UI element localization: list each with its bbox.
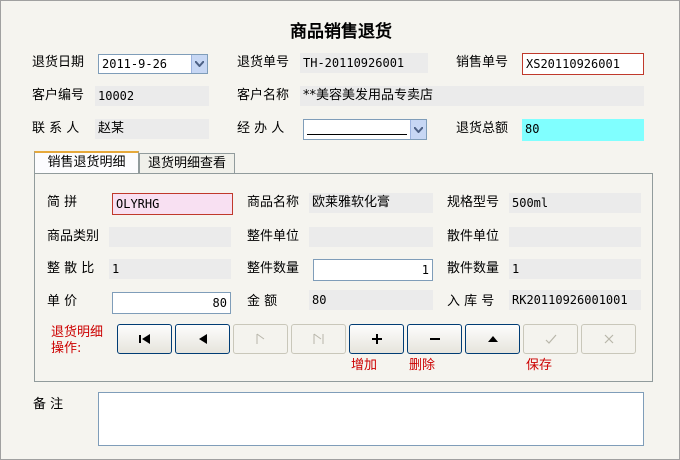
return-date-picker[interactable]: 2011-9-26 bbox=[98, 54, 208, 74]
first-icon bbox=[138, 334, 150, 344]
price-input[interactable]: 80 bbox=[112, 292, 231, 314]
remarks-textarea[interactable] bbox=[98, 392, 644, 446]
return-no-field: TH-20110926001 bbox=[300, 53, 428, 73]
last-record-button[interactable] bbox=[291, 324, 346, 354]
first-record-button[interactable] bbox=[117, 324, 172, 354]
spec-label: 规格型号 bbox=[447, 195, 500, 210]
stock-no-field: RK20110926001001 bbox=[509, 290, 641, 310]
handler-label: 经 办 人 bbox=[237, 121, 285, 136]
total-label: 退货总额 bbox=[456, 121, 509, 136]
amount-label: 金 额 bbox=[247, 294, 278, 309]
return-no-label: 退货单号 bbox=[237, 55, 290, 70]
return-date-label: 退货日期 bbox=[32, 55, 85, 70]
tab-return-detail-view[interactable]: 退货明细查看 bbox=[139, 153, 235, 174]
handler-select[interactable] bbox=[303, 119, 427, 140]
remarks-label: 备 注 bbox=[33, 397, 64, 412]
customer-no-field: 10002 bbox=[95, 86, 209, 106]
previous-icon bbox=[198, 334, 207, 344]
customer-no-label: 客户编号 bbox=[32, 88, 85, 103]
detail-ops-label: 退货明细操作: bbox=[51, 325, 104, 356]
whole-qty-input[interactable]: 1 bbox=[313, 259, 433, 281]
last-icon bbox=[313, 333, 323, 344]
ratio-field: 1 bbox=[109, 259, 231, 279]
loose-unit-field bbox=[509, 227, 641, 247]
whole-unit-field bbox=[309, 227, 433, 247]
save-caption: 保存 bbox=[526, 358, 553, 373]
plus-icon bbox=[371, 334, 382, 344]
whole-qty-label: 整件数量 bbox=[247, 261, 300, 276]
handler-underline bbox=[307, 134, 407, 135]
whole-unit-label: 整件单位 bbox=[247, 229, 300, 244]
stock-no-label: 入 库 号 bbox=[447, 294, 495, 309]
contact-label: 联 系 人 bbox=[32, 121, 80, 136]
add-button[interactable] bbox=[349, 324, 404, 354]
sales-no-label: 销售单号 bbox=[456, 55, 509, 70]
ratio-label: 整 散 比 bbox=[47, 261, 95, 276]
category-label: 商品类别 bbox=[47, 229, 100, 244]
category-field bbox=[109, 227, 231, 247]
close-icon bbox=[604, 334, 613, 344]
previous-record-button[interactable] bbox=[175, 324, 230, 354]
amount-field: 80 bbox=[309, 290, 433, 310]
price-label: 单 价 bbox=[47, 294, 78, 309]
return-date-value: 2011-9-26 bbox=[102, 57, 168, 71]
up-arrow-icon bbox=[487, 336, 498, 342]
loose-qty-field: 1 bbox=[509, 259, 641, 279]
delete-button[interactable] bbox=[407, 324, 462, 354]
add-caption: 增加 bbox=[351, 358, 378, 373]
delete-caption: 删除 bbox=[409, 358, 436, 373]
sales-no-input[interactable]: XS20110926001 bbox=[522, 53, 644, 75]
next-record-button[interactable] bbox=[233, 324, 288, 354]
product-name-label: 商品名称 bbox=[247, 195, 300, 210]
save-button[interactable] bbox=[523, 324, 578, 354]
spec-field: 500ml bbox=[509, 193, 641, 213]
customer-name-field: **美容美发用品专卖店 bbox=[300, 86, 644, 106]
tab-sales-return-detail[interactable]: 销售退货明细 bbox=[34, 151, 139, 174]
move-up-button[interactable] bbox=[465, 324, 520, 354]
customer-name-label: 客户名称 bbox=[237, 88, 290, 103]
pinyin-label: 简 拼 bbox=[47, 195, 78, 210]
chevron-down-icon bbox=[414, 126, 423, 133]
chevron-down-icon bbox=[195, 61, 204, 67]
sales-return-window: 商品销售退货 退货日期 2011-9-26 退货单号 TH-2011092600… bbox=[0, 0, 680, 460]
page-title: 商品销售退货 bbox=[290, 22, 392, 42]
handler-dropdown-button[interactable] bbox=[410, 120, 426, 139]
product-name-field: 欧莱雅软化膏 bbox=[309, 193, 433, 213]
date-dropdown-button[interactable] bbox=[191, 55, 207, 73]
cancel-button[interactable] bbox=[581, 324, 636, 354]
minus-icon bbox=[429, 338, 440, 340]
checkmark-icon bbox=[545, 334, 556, 344]
total-field: 80 bbox=[522, 119, 644, 141]
next-icon bbox=[256, 333, 264, 344]
contact-field: 赵某 bbox=[95, 119, 209, 139]
loose-qty-label: 散件数量 bbox=[447, 261, 500, 276]
loose-unit-label: 散件单位 bbox=[447, 229, 500, 244]
pinyin-input[interactable]: OLYRHG bbox=[112, 193, 233, 215]
